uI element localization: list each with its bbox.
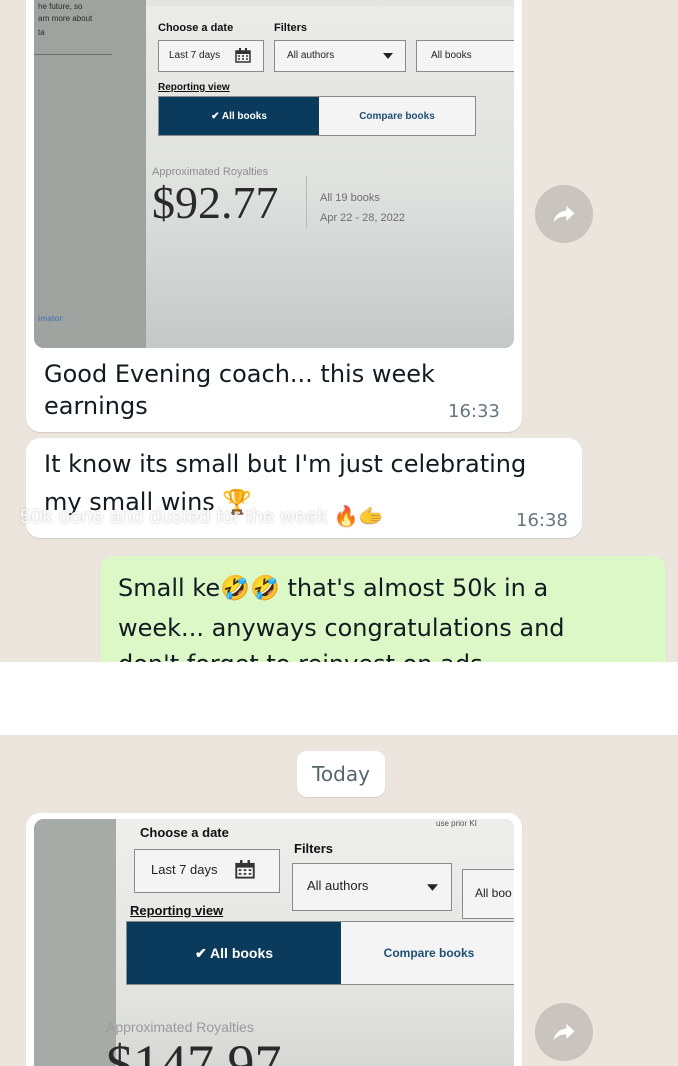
royalties-amount: $92.77 xyxy=(152,177,279,228)
earnings-photo[interactable]: he future, so arn more about ta imator C… xyxy=(34,0,514,348)
kdp-report-screen: Choose a date Filters Last 7 days All au… xyxy=(146,0,514,348)
sidebar-text: arn more about xyxy=(38,14,93,23)
message-time: 16:38 xyxy=(516,510,568,531)
authors-dropdown[interactable]: All authors xyxy=(292,863,452,911)
royalties-divider xyxy=(306,176,307,228)
books-dropdown[interactable]: All books xyxy=(416,40,514,72)
filters-label: Filters xyxy=(294,841,334,856)
books-count: All 19 books xyxy=(320,192,380,204)
sidebar-text: ta xyxy=(38,28,45,37)
forward-button[interactable] xyxy=(535,1003,593,1061)
calendar-icon xyxy=(235,860,255,879)
forward-button[interactable] xyxy=(535,185,593,243)
forward-arrow-icon xyxy=(553,1023,575,1041)
reporting-view-toggle: ✔ All books Compare books xyxy=(158,96,476,136)
date-dropdown-value: Last 7 days xyxy=(169,50,221,61)
filters-label: Filters xyxy=(274,22,308,34)
kdp-report-screen: use prior KI Choose a date Filters Last … xyxy=(106,819,514,1066)
screen-top-strip xyxy=(146,0,514,6)
message-time: 16:33 xyxy=(448,401,500,422)
compare-books-tab[interactable]: Compare books xyxy=(319,97,475,135)
books-dropdown-value: All boo xyxy=(475,886,512,900)
choose-date-label: Choose a date xyxy=(158,22,234,34)
reporting-view-label: Reporting view xyxy=(130,903,224,918)
overlay-caption: 50k done and dusted for the week 🔥🫱 xyxy=(20,506,384,528)
outgoing-message-bubble[interactable]: Small ke🤣🤣 that's almost 50k in a week..… xyxy=(100,556,666,662)
all-books-tab[interactable]: ✔ All books xyxy=(127,922,341,984)
message-caption-line2: earnings xyxy=(44,392,148,420)
date-range: Apr 22 - 28, 2022 xyxy=(320,212,406,224)
chat-pane-top: he future, so arn more about ta imator C… xyxy=(0,0,678,662)
photo-message-bubble[interactable]: use prior KI Choose a date Filters Last … xyxy=(26,813,522,1066)
earnings-photo[interactable]: use prior KI Choose a date Filters Last … xyxy=(34,819,514,1066)
books-dropdown-value: All books xyxy=(431,50,472,61)
date-dropdown[interactable]: Last 7 days xyxy=(158,40,264,72)
photo-message-bubble[interactable]: he future, so arn more about ta imator C… xyxy=(26,0,522,432)
all-books-tab[interactable]: ✔ All books xyxy=(159,97,319,135)
compare-books-tab[interactable]: Compare books xyxy=(341,922,514,984)
reply-text-segment: that's almost 50k in a xyxy=(279,574,549,602)
choose-date-label: Choose a date xyxy=(140,825,229,840)
photo-sidebar: he future, so arn more about ta imator xyxy=(34,0,146,348)
authors-dropdown-value: All authors xyxy=(287,50,335,61)
sidebar-divider xyxy=(34,54,112,55)
authors-dropdown[interactable]: All authors xyxy=(274,40,406,72)
sidebar-text: he future, so xyxy=(38,2,83,11)
sidebar-text: imator xyxy=(38,314,63,323)
reply-text-line3: don't forget to reinvest on ads xyxy=(118,648,483,662)
date-dropdown[interactable]: Last 7 days xyxy=(134,849,280,893)
authors-dropdown-value: All authors xyxy=(307,878,369,893)
forward-arrow-icon xyxy=(553,205,575,223)
message-caption-line1: Good Evening coach... this week xyxy=(44,360,435,388)
reply-text-segment: Small ke xyxy=(118,574,221,602)
reporting-view-label: Reporting view xyxy=(158,82,230,93)
caret-down-icon xyxy=(383,53,393,59)
photo-sidebar xyxy=(34,819,116,1066)
reporting-view-toggle: ✔ All books Compare books xyxy=(126,921,514,985)
message-text-line1: It know its small but I'm just celebrati… xyxy=(44,450,527,478)
caret-down-icon xyxy=(427,884,438,891)
books-dropdown[interactable]: All boo xyxy=(462,869,514,919)
royalties-amount: $147.97 xyxy=(106,1034,282,1066)
date-dropdown-value: Last 7 days xyxy=(151,862,218,877)
reply-text-line2: week... anyways congratulations and xyxy=(118,614,565,642)
laughing-emoji: 🤣🤣 xyxy=(220,574,280,602)
corner-text: use prior KI xyxy=(436,819,477,828)
date-divider: Today xyxy=(297,751,385,797)
reply-text-line1: Small ke🤣🤣 that's almost 50k in a xyxy=(118,572,548,604)
calendar-icon xyxy=(235,48,251,63)
